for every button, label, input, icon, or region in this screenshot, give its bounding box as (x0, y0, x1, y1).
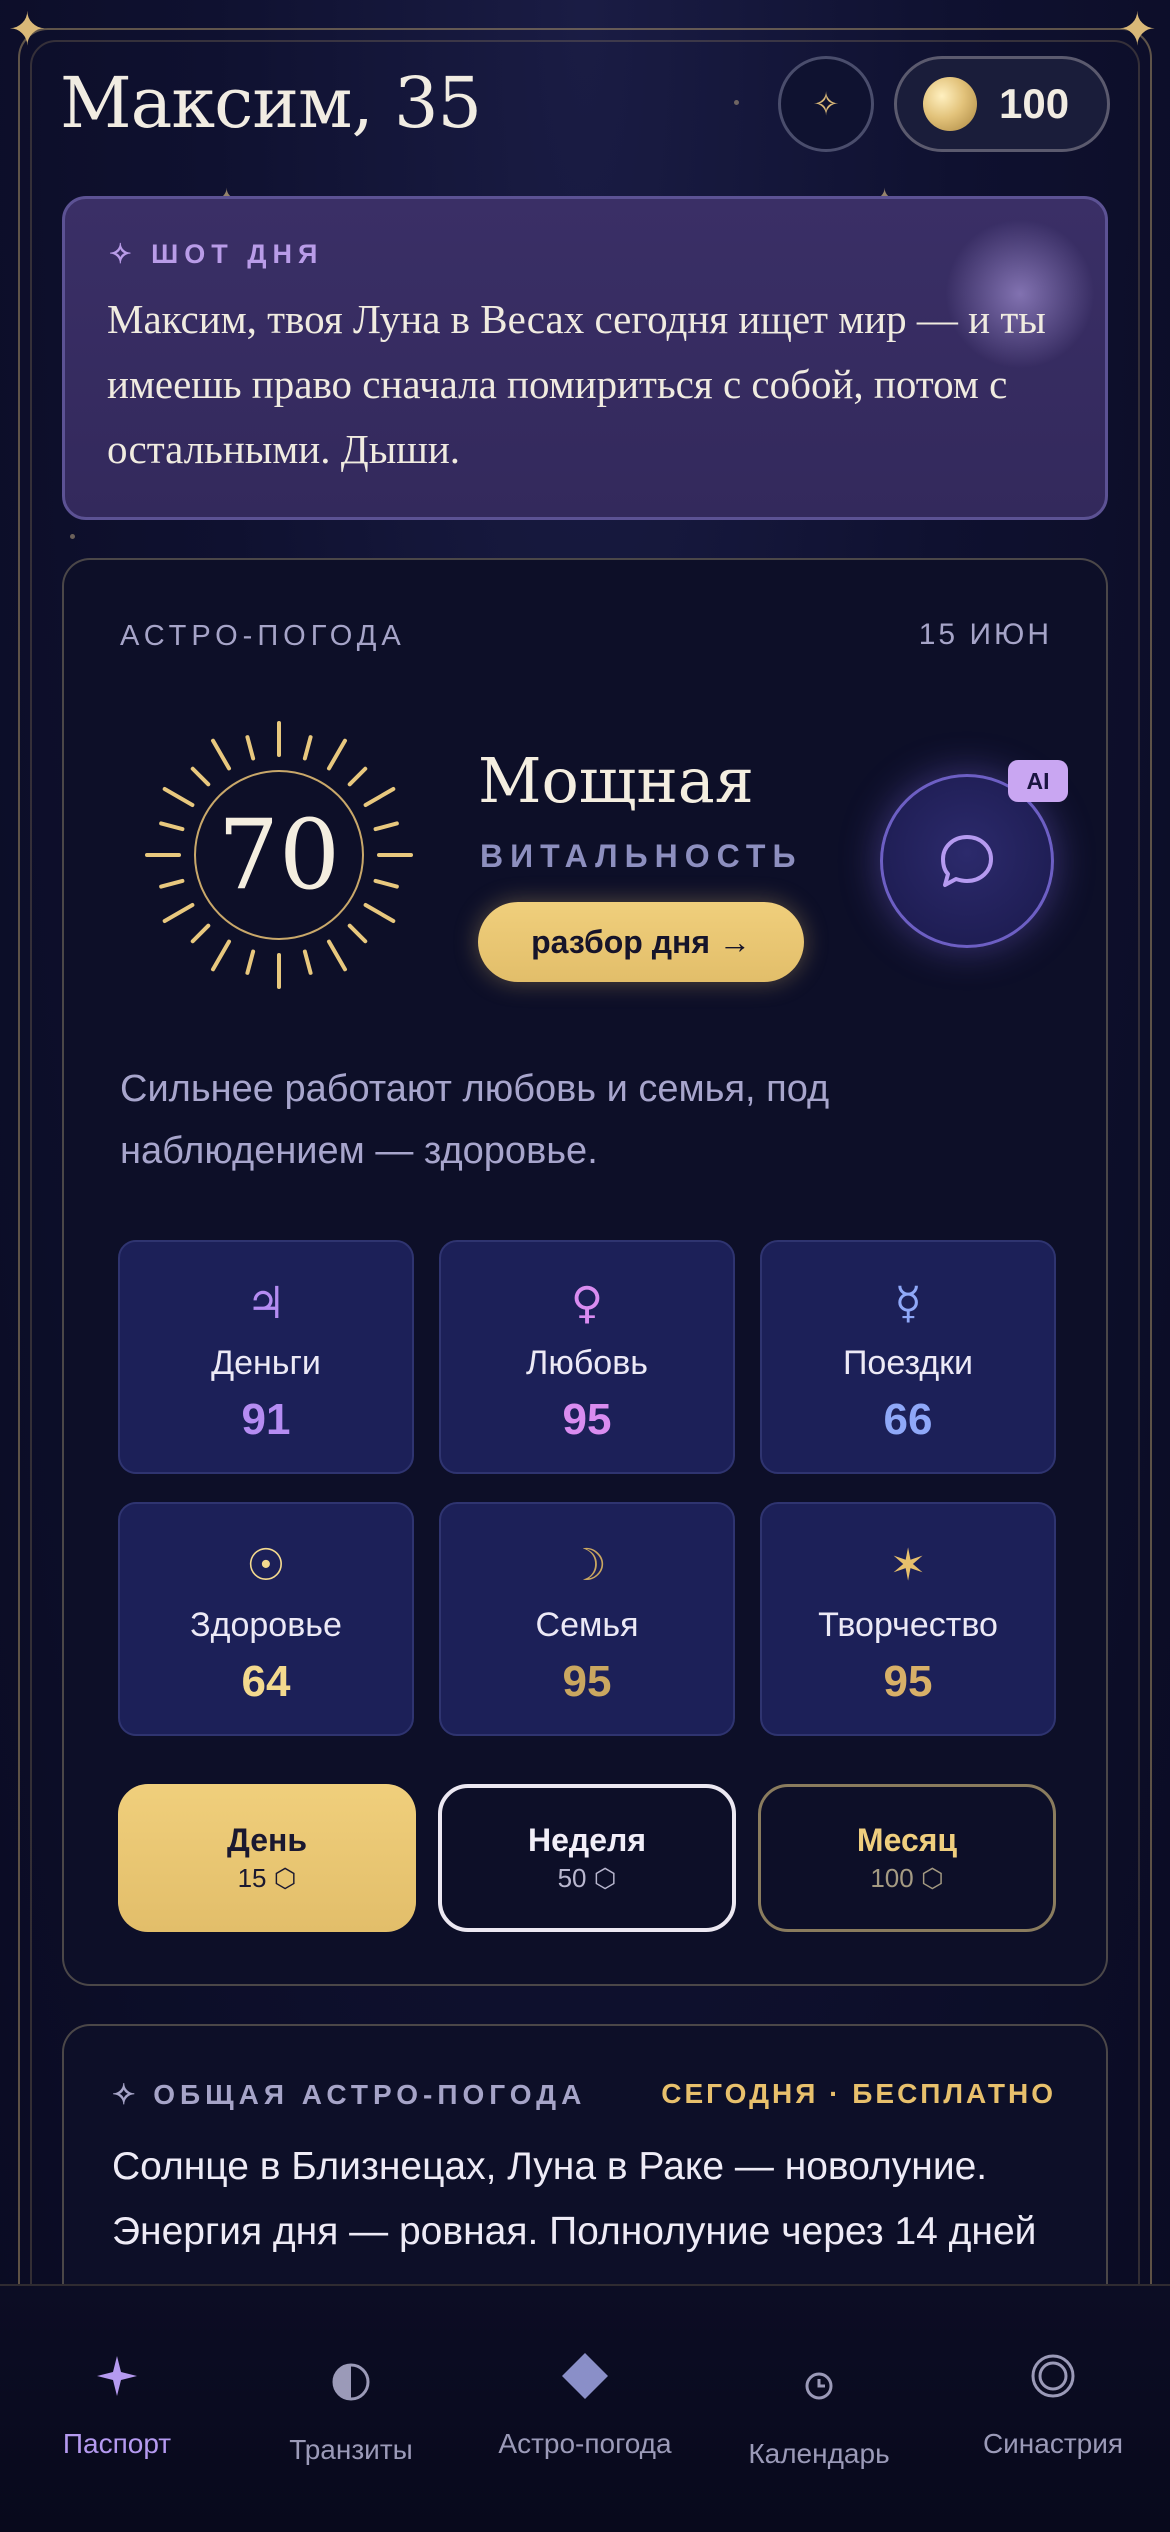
clock-icon (804, 2356, 834, 2416)
nav-item-transits[interactable]: Транзиты (234, 2286, 468, 2486)
period-label: День (227, 1822, 307, 1858)
ai-badge: AI (1008, 760, 1068, 802)
tile-value: 91 (241, 1395, 291, 1444)
tile-label: Деньги (211, 1344, 321, 1382)
tile-money[interactable]: ♃ Деньги 91 (118, 1240, 414, 1474)
sun-symbol-icon: ☉ (246, 1540, 286, 1591)
coins-balance-button[interactable]: 100 (894, 56, 1110, 152)
nav-item-passport[interactable]: Паспорт (0, 2286, 234, 2486)
nav-label: Синастрия (982, 2428, 1124, 2459)
astro-weather-date: 15 ИЮН (918, 618, 1052, 651)
astro-weather-description: Сильнее работают любовь и семья, под наб… (120, 1068, 830, 1172)
coin-icon (923, 77, 977, 131)
period-label: Месяц (856, 1822, 958, 1858)
tile-label: Семья (535, 1606, 639, 1644)
shot-of-day-card[interactable]: ✧ ШОТ ДНЯ Максим, твоя Луна в Весах сего… (62, 196, 1108, 520)
nav-item-calendar[interactable]: Календарь (702, 2286, 936, 2486)
corner-star-icon: ✦ (1118, 2, 1157, 56)
star-dot (734, 100, 739, 105)
chat-bubble-icon (941, 835, 993, 887)
astro-weather-label: АСТРО-ПОГОДА (120, 620, 406, 652)
nav-label: Астро-погода (498, 2428, 672, 2459)
diamond-icon (560, 2346, 610, 2406)
power-subtitle: ВИТАЛЬНОСТЬ (480, 838, 803, 874)
corner-star-icon: ✦ (8, 2, 47, 56)
tile-label: Любовь (526, 1344, 648, 1382)
tile-health[interactable]: ☉ Здоровье 64 (118, 1502, 414, 1736)
nav-label: Транзиты (289, 2434, 413, 2465)
tile-travel[interactable]: ☿ Поездки 66 (760, 1240, 1056, 1474)
tile-label: Здоровье (190, 1606, 342, 1644)
general-astro-label: ✧ ОБЩАЯ АСТРО-ПОГОДА (112, 2079, 587, 2110)
venus-icon: ♀ (570, 1278, 604, 1329)
jupiter-icon: ♃ (246, 1278, 286, 1329)
shot-text: Максим, твоя Луна в Весах сегодня ищет м… (107, 296, 1046, 472)
period-price: 15 ⬡ (237, 1863, 297, 1893)
nav-label: Паспорт (62, 2428, 172, 2459)
day-analysis-button[interactable]: разбор дня → (478, 902, 804, 982)
sparkle-icon: ✧ (812, 85, 840, 123)
rings-icon (1030, 2346, 1076, 2406)
mercury-icon: ☿ (894, 1278, 922, 1329)
period-selector: День 15 ⬡ Неделя 50 ⬡ Месяц 100 ⬡ (118, 1784, 1056, 1932)
general-astro-meta: СЕГОДНЯ · БЕСПЛАТНО (661, 2078, 1056, 2109)
bottom-nav: Паспорт Транзиты Астро-погода Календарь … (0, 2284, 1170, 2532)
nav-item-astro-weather[interactable]: Астро-погода (468, 2286, 702, 2486)
sparkle-button[interactable]: ✧ (778, 56, 874, 152)
period-price: 100 ⬡ (870, 1863, 944, 1893)
tile-value: 64 (241, 1657, 291, 1706)
tile-label: Творчество (818, 1606, 998, 1644)
coins-count: 100 (999, 80, 1070, 127)
astro-weather-card: АСТРО-ПОГОДА 15 ИЮН 70 Мощная ВИТАЛЬНОСТ… (62, 558, 1108, 1986)
tile-love[interactable]: ♀ Любовь 95 (439, 1240, 735, 1474)
star-icon: ✶ (889, 1540, 927, 1591)
period-label: Неделя (527, 1822, 646, 1858)
moon-icon: ☽ (567, 1540, 607, 1591)
half-moon-icon (331, 2352, 371, 2412)
star-dot (70, 534, 75, 539)
period-price: 50 ⬡ (557, 1863, 617, 1893)
tile-value: 95 (883, 1657, 933, 1706)
power-title: Мощная (478, 744, 754, 817)
sphere-tiles: ♃ Деньги 91 ♀ Любовь 95 ☿ Поездки 66 ☉ З… (118, 1240, 1056, 1736)
nav-label: Календарь (748, 2438, 890, 2469)
sparkle-icon (95, 2346, 139, 2406)
vitality-score: 70 (217, 799, 341, 911)
tile-value: 66 (883, 1395, 933, 1444)
shot-label: ✧ ШОТ ДНЯ (109, 239, 324, 269)
period-month-button[interactable]: Месяц 100 ⬡ (758, 1784, 1056, 1932)
profile-name[interactable]: Максим, 35 (60, 62, 482, 144)
nav-item-synastry[interactable]: Синастрия (936, 2286, 1170, 2486)
period-day-button[interactable]: День 15 ⬡ (118, 1784, 416, 1932)
tile-family[interactable]: ☽ Семья 95 (439, 1502, 735, 1736)
tile-creativity[interactable]: ✶ Творчество 95 (760, 1502, 1056, 1736)
period-week-button[interactable]: Неделя 50 ⬡ (438, 1784, 736, 1932)
screen: ✦ ✦ ✦ ✦ ✦ ✦ ✦ ✦ ✦ ✦ ✦ ✦ ✦ Максим, 35 ✧ 1… (0, 0, 1170, 2532)
tile-value: 95 (562, 1395, 612, 1444)
tile-value: 95 (562, 1657, 612, 1706)
tile-label: Поездки (842, 1344, 974, 1382)
